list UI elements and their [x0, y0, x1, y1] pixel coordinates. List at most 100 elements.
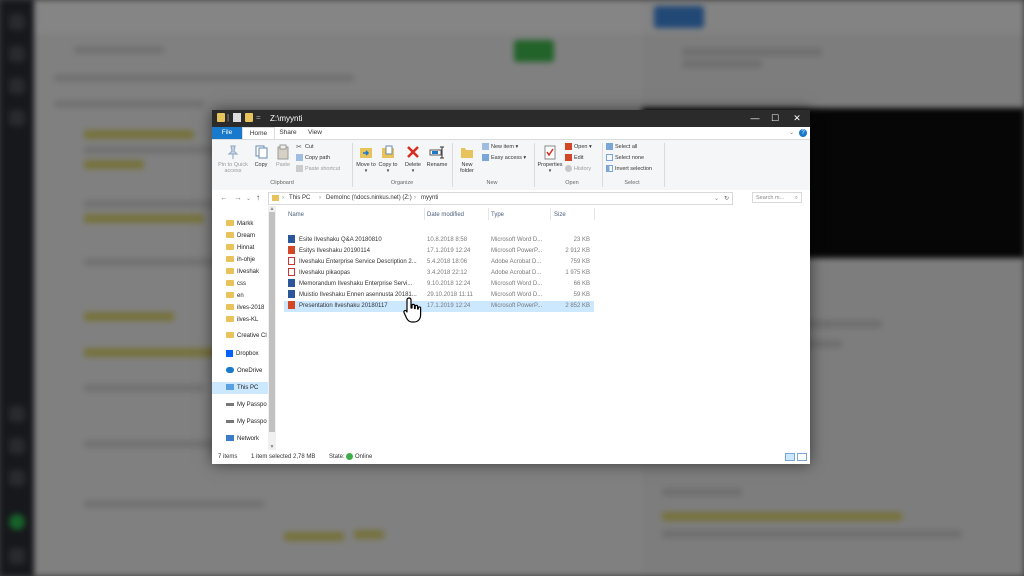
nav-item-drive[interactable]: My Passpo	[212, 416, 268, 428]
breadcrumb-drive[interactable]: DemoInc (\\docs.ninkus.net) (Z:)	[326, 195, 412, 201]
column-header-date[interactable]: Date modified	[427, 210, 464, 220]
nav-scrollbar[interactable]: ▲ ▼	[268, 206, 276, 450]
refresh-icon[interactable]: ↻	[724, 195, 729, 202]
powerpoint-icon	[288, 246, 295, 254]
paste-shortcut-button[interactable]: Paste shortcut	[296, 165, 340, 174]
details-view-icon[interactable]	[785, 453, 795, 461]
pdf-icon	[288, 257, 295, 265]
file-row[interactable]: Ilveshaku Enterprise Service Description…	[284, 257, 594, 268]
tab-share[interactable]: Share	[276, 127, 300, 139]
paste-button[interactable]: Paste	[274, 144, 292, 168]
nav-item-pinned-folder[interactable]: Markk	[212, 218, 268, 230]
easy-access-icon	[482, 154, 489, 162]
easy-access-button[interactable]: Easy access ▾	[482, 154, 526, 163]
select-all-button[interactable]: Select all	[606, 143, 637, 152]
history-button[interactable]: History	[565, 165, 591, 174]
up-arrow-icon[interactable]: ↑	[256, 193, 260, 202]
nav-item-onedrive[interactable]: OneDrive	[212, 365, 268, 377]
open-button[interactable]: Open ▾	[565, 143, 592, 152]
select-none-icon	[606, 154, 613, 162]
forward-arrow-icon[interactable]: →	[234, 193, 242, 202]
new-folder-button[interactable]: New folder	[456, 144, 478, 174]
nav-item-drive[interactable]: My Passpo	[212, 399, 268, 411]
file-row[interactable]: Memorandum Ilveshaku Enterprise Servi...…	[284, 279, 594, 290]
folder-icon	[226, 220, 234, 227]
folder-icon	[272, 195, 279, 201]
scissors-icon: ✂	[296, 144, 302, 152]
properties-checkmark-icon	[544, 145, 556, 160]
move-to-button[interactable]: Move to ▾	[356, 144, 376, 174]
tab-file[interactable]: File	[212, 127, 242, 139]
folder-icon	[226, 316, 234, 323]
search-input[interactable]: Search m... ⌕	[752, 192, 802, 203]
folder-icon	[217, 113, 225, 122]
file-row[interactable]: Esitys Ilveshaku 20190114 17.1.2019 12:2…	[284, 246, 594, 257]
nav-item-folder[interactable]: ilves-2018	[212, 302, 268, 314]
copy-button[interactable]: Copy	[252, 144, 270, 168]
nav-item-pinned-folder[interactable]: Dream	[212, 230, 268, 242]
item-count: 7 items	[218, 454, 238, 460]
file-row-selected[interactable]: Presentation Ilveshaku 20180117 17.1.201…	[284, 301, 594, 312]
properties-quick-icon[interactable]	[233, 113, 241, 122]
recent-chevron-icon[interactable]: ⌄	[246, 195, 251, 202]
column-header-type[interactable]: Type	[491, 210, 504, 220]
properties-button[interactable]: Properties ▾	[536, 144, 564, 174]
help-icon[interactable]: ?	[799, 129, 807, 137]
maximize-button[interactable]: ☐	[766, 112, 784, 125]
nav-item-pinned-folder[interactable]: Ilveshak	[212, 266, 268, 278]
title-bar: | = Z:\myynti — ☐ ✕	[212, 110, 810, 127]
scrollbar-thumb[interactable]	[269, 212, 275, 432]
clipboard-icon	[277, 144, 289, 160]
invert-selection-button[interactable]: Invert selection	[606, 165, 652, 174]
breadcrumb-myynti[interactable]: myynti	[421, 195, 438, 201]
copy-to-button[interactable]: Copy to ▾	[378, 144, 398, 174]
address-box[interactable]: › This PC › DemoInc (\\docs.ninkus.net) …	[268, 192, 733, 205]
pin-icon	[227, 145, 239, 159]
file-row[interactable]: Ilveshaku pikaopas 3.4.2018 22:12 Adobe …	[284, 268, 594, 279]
nav-item-network[interactable]: Network	[212, 433, 268, 445]
file-row[interactable]: Esite Ilveshaku Q&A 20180810 10.8.2018 8…	[284, 235, 594, 246]
powerpoint-icon	[288, 301, 295, 309]
folder-icon	[226, 256, 234, 263]
minimize-button[interactable]: —	[746, 112, 764, 125]
nav-item-folder[interactable]: ilves-KL	[212, 314, 268, 326]
chevron-down-icon[interactable]: ⌄	[789, 129, 794, 136]
close-button[interactable]: ✕	[788, 112, 806, 125]
online-status-icon	[346, 452, 353, 460]
tab-home[interactable]: Home	[242, 127, 275, 139]
delete-button[interactable]: Delete ▾	[403, 144, 423, 174]
new-item-button[interactable]: New item ▾	[482, 143, 518, 152]
nav-item-folder[interactable]: en	[212, 290, 268, 302]
pdf-icon	[288, 268, 295, 276]
group-label-open: Open	[565, 180, 579, 186]
nav-item-dropbox[interactable]: Dropbox	[212, 348, 268, 360]
rename-icon	[429, 146, 444, 159]
nav-item-this-pc[interactable]: This PC	[212, 382, 268, 394]
back-arrow-icon[interactable]: ←	[220, 193, 228, 202]
file-row[interactable]: Muistio Ilveshaku Ennen asennusta 20181.…	[284, 290, 594, 301]
nav-item-pinned-folder[interactable]: Hinnat	[212, 242, 268, 254]
address-dropdown-icon[interactable]: ⌄	[714, 195, 719, 202]
column-header-name[interactable]: Name	[288, 210, 304, 220]
cut-button[interactable]: ✂ Cut	[296, 143, 314, 152]
word-document-icon	[288, 279, 295, 287]
group-label-new: New	[486, 180, 498, 186]
paste-shortcut-icon	[296, 165, 303, 173]
rename-button[interactable]: Rename	[426, 144, 448, 168]
edit-button[interactable]: Edit	[565, 154, 583, 163]
breadcrumb-this-pc[interactable]: This PC	[289, 195, 310, 201]
select-all-icon	[606, 143, 613, 151]
select-none-button[interactable]: Select none	[606, 154, 644, 163]
window-title: Z:\myynti	[270, 114, 303, 123]
new-folder-quick-icon[interactable]	[245, 113, 253, 122]
copy-path-button[interactable]: Copy path	[296, 154, 330, 163]
pin-quick-access-button[interactable]: Pin to Quick access	[214, 144, 252, 174]
nav-item-folder[interactable]: css	[212, 278, 268, 290]
tab-view[interactable]: View	[304, 127, 326, 139]
column-header-size[interactable]: Size	[554, 210, 566, 220]
large-icons-view-icon[interactable]	[797, 453, 807, 461]
folder-icon	[226, 232, 234, 239]
nav-item-creative-cloud[interactable]: Creative Cl	[212, 330, 268, 342]
nav-item-pinned-folder[interactable]: ih-ohje	[212, 254, 268, 266]
drive-icon	[226, 402, 234, 406]
